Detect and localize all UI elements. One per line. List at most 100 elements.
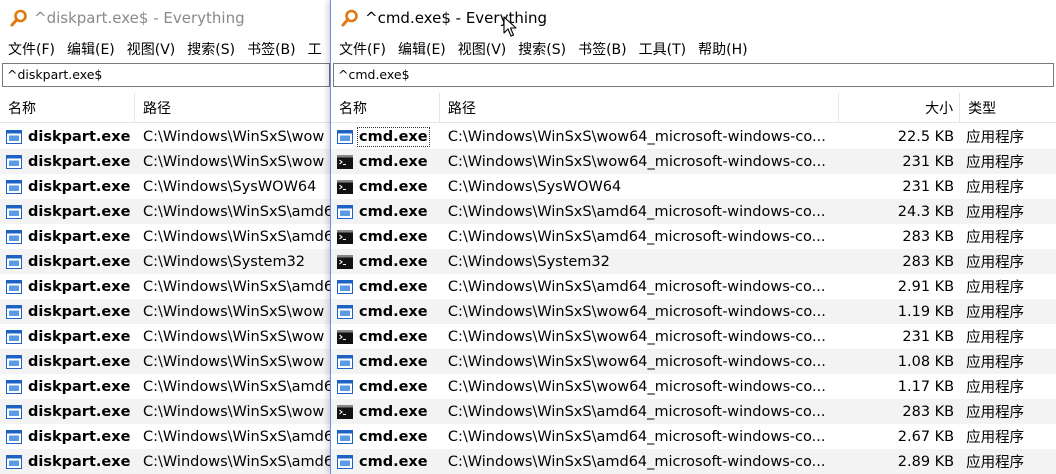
- file-name: cmd.exe: [359, 228, 428, 245]
- table-row[interactable]: diskpart.exe C:\Windows\SysWOW64: [0, 174, 332, 199]
- menu-tools[interactable]: 工: [302, 39, 328, 59]
- file-name: diskpart.exe: [28, 178, 131, 195]
- window-app-icon: [6, 229, 22, 244]
- file-name: cmd.exe: [359, 428, 428, 445]
- file-name-cell: diskpart.exe: [0, 449, 135, 474]
- search-input[interactable]: ^cmd.exe$: [333, 63, 1054, 87]
- file-size-cell: 231 KB: [902, 153, 955, 170]
- menu-search[interactable]: 搜索(S): [512, 39, 572, 59]
- table-row[interactable]: diskpart.exe C:\Windows\WinSxS\wow: [0, 299, 332, 324]
- table-row[interactable]: diskpart.exe C:\Windows\WinSxS\amd6: [0, 424, 332, 449]
- file-name: diskpart.exe: [28, 428, 131, 445]
- table-row[interactable]: diskpart.exe C:\Windows\System32: [0, 249, 332, 274]
- file-name: cmd.exe: [359, 278, 428, 295]
- console-icon: [337, 404, 353, 419]
- file-name-cell: cmd.exe: [331, 174, 440, 199]
- file-name-cell: cmd.exe: [331, 224, 440, 249]
- table-row[interactable]: cmd.exe C:\Windows\WinSxS\wow64_microsoft…: [331, 149, 1056, 174]
- menu-bookmarks[interactable]: 书签(B): [572, 39, 633, 59]
- file-name-cell: diskpart.exe: [0, 199, 135, 224]
- file-name: cmd.exe: [359, 353, 428, 370]
- menu-bar: 文件(F) 编辑(E) 视图(V) 搜索(S) 书签(B) 工: [0, 37, 332, 61]
- file-type-cell: 应用程序: [966, 155, 1025, 171]
- window-app-icon: [6, 154, 22, 169]
- file-path-cell: C:\Windows\WinSxS\amd64_microsoft-window…: [447, 403, 826, 420]
- file-path-cell: C:\Windows\WinSxS\wow64_microsoft-window…: [447, 328, 826, 345]
- title-bar[interactable]: ^cmd.exe$ - Everything: [331, 0, 1056, 36]
- table-row[interactable]: diskpart.exe C:\Windows\WinSxS\wow: [0, 399, 332, 424]
- table-row[interactable]: cmd.exe C:\Windows\WinSxS\amd64_microsoft…: [331, 449, 1056, 474]
- table-row[interactable]: cmd.exe C:\Windows\WinSxS\amd64_microsoft…: [331, 424, 1056, 449]
- table-row[interactable]: diskpart.exe C:\Windows\WinSxS\wow: [0, 324, 332, 349]
- menu-file[interactable]: 文件(F): [333, 39, 392, 59]
- file-name-cell: diskpart.exe: [0, 349, 135, 374]
- window-app-icon: [337, 279, 353, 294]
- menu-view[interactable]: 视图(V): [121, 39, 182, 59]
- file-name: diskpart.exe: [28, 128, 131, 145]
- window-app-icon: [337, 204, 353, 219]
- table-row[interactable]: diskpart.exe C:\Windows\WinSxS\amd6: [0, 199, 332, 224]
- menu-tools[interactable]: 工具(T): [633, 39, 692, 59]
- table-row[interactable]: diskpart.exe C:\Windows\WinSxS\amd6: [0, 274, 332, 299]
- menu-view[interactable]: 视图(V): [452, 39, 513, 59]
- file-name-cell: cmd.exe: [331, 299, 440, 324]
- table-row[interactable]: diskpart.exe C:\Windows\WinSxS\wow: [0, 124, 332, 149]
- file-name-cell: diskpart.exe: [0, 124, 135, 149]
- table-row[interactable]: cmd.exe C:\Windows\SysWOW64 231 KB 应用程序: [331, 174, 1056, 199]
- menu-edit[interactable]: 编辑(E): [61, 39, 121, 59]
- table-row[interactable]: diskpart.exe C:\Windows\WinSxS\amd6: [0, 224, 332, 249]
- table-row[interactable]: diskpart.exe C:\Windows\WinSxS\wow: [0, 149, 332, 174]
- menu-help[interactable]: 帮助(H): [692, 39, 753, 59]
- table-row[interactable]: cmd.exe C:\Windows\WinSxS\amd64_microsoft…: [331, 399, 1056, 424]
- column-size-header[interactable]: 大小: [839, 93, 961, 122]
- table-row[interactable]: cmd.exe C:\Windows\WinSxS\wow64_microsoft…: [331, 349, 1056, 374]
- file-name-cell: diskpart.exe: [0, 174, 135, 199]
- table-row[interactable]: diskpart.exe C:\Windows\WinSxS\amd6: [0, 449, 332, 474]
- file-path-cell: C:\Windows\WinSxS\wow64_microsoft-window…: [447, 128, 826, 145]
- menu-search[interactable]: 搜索(S): [181, 39, 241, 59]
- file-path-cell: C:\Windows\WinSxS\wow: [143, 403, 325, 420]
- everything-window-cmd[interactable]: ^cmd.exe$ - Everything 文件(F) 编辑(E) 视图(V)…: [330, 0, 1056, 474]
- search-input[interactable]: ^diskpart.exe$: [2, 63, 330, 87]
- window-app-icon: [337, 429, 353, 444]
- window-app-icon: [337, 454, 353, 469]
- menu-file[interactable]: 文件(F): [2, 39, 61, 59]
- column-name-header[interactable]: 名称: [331, 93, 440, 122]
- file-name-cell: diskpart.exe: [0, 224, 135, 249]
- file-name: cmd.exe: [359, 178, 428, 195]
- everything-window-diskpart[interactable]: ^diskpart.exe$ - Everything 文件(F) 编辑(E) …: [0, 0, 332, 474]
- menu-bookmarks[interactable]: 书签(B): [241, 39, 302, 59]
- file-name-cell: diskpart.exe: [0, 424, 135, 449]
- title-bar[interactable]: ^diskpart.exe$ - Everything: [0, 0, 332, 36]
- menu-edit[interactable]: 编辑(E): [392, 39, 452, 59]
- table-row[interactable]: diskpart.exe C:\Windows\WinSxS\wow: [0, 349, 332, 374]
- window-app-icon: [6, 354, 22, 369]
- column-name-header[interactable]: 名称: [0, 93, 135, 122]
- table-row[interactable]: cmd.exe C:\Windows\WinSxS\amd64_microsoft…: [331, 199, 1056, 224]
- file-path-cell: C:\Windows\WinSxS\wow: [143, 153, 325, 170]
- table-row[interactable]: cmd.exe C:\Windows\WinSxS\wow64_microsoft…: [331, 299, 1056, 324]
- table-row[interactable]: cmd.exe C:\Windows\WinSxS\wow64_microsoft…: [331, 374, 1056, 399]
- file-name: diskpart.exe: [28, 203, 131, 220]
- file-name: diskpart.exe: [28, 328, 131, 345]
- file-size-cell: 283 KB: [902, 253, 955, 270]
- column-type-header[interactable]: 类型: [960, 93, 1056, 122]
- file-name-cell: cmd.exe: [331, 324, 440, 349]
- file-path-cell: C:\Windows\WinSxS\amd6: [143, 428, 332, 445]
- file-path-cell: C:\Windows\WinSxS\wow: [143, 128, 325, 145]
- file-type-cell: 应用程序: [966, 180, 1025, 196]
- window-app-icon: [6, 429, 22, 444]
- table-row[interactable]: cmd.exe C:\Windows\WinSxS\wow64_microsoft…: [331, 124, 1056, 149]
- table-row[interactable]: cmd.exe C:\Windows\WinSxS\wow64_microsoft…: [331, 324, 1056, 349]
- table-row[interactable]: diskpart.exe C:\Windows\WinSxS\amd6: [0, 374, 332, 399]
- file-type-cell: 应用程序: [966, 230, 1025, 246]
- file-size-cell: 231 KB: [902, 328, 955, 345]
- table-row[interactable]: cmd.exe C:\Windows\WinSxS\amd64_microsoft…: [331, 274, 1056, 299]
- table-row[interactable]: cmd.exe C:\Windows\WinSxS\amd64_microsoft…: [331, 224, 1056, 249]
- column-path-header[interactable]: 路径: [440, 93, 840, 122]
- file-path-cell: C:\Windows\WinSxS\wow64_microsoft-window…: [447, 378, 826, 395]
- table-row[interactable]: cmd.exe C:\Windows\System32 283 KB 应用程序: [331, 249, 1056, 274]
- window-app-icon: [6, 204, 22, 219]
- file-name-cell: cmd.exe: [331, 249, 440, 274]
- column-path-header[interactable]: 路径: [135, 93, 332, 122]
